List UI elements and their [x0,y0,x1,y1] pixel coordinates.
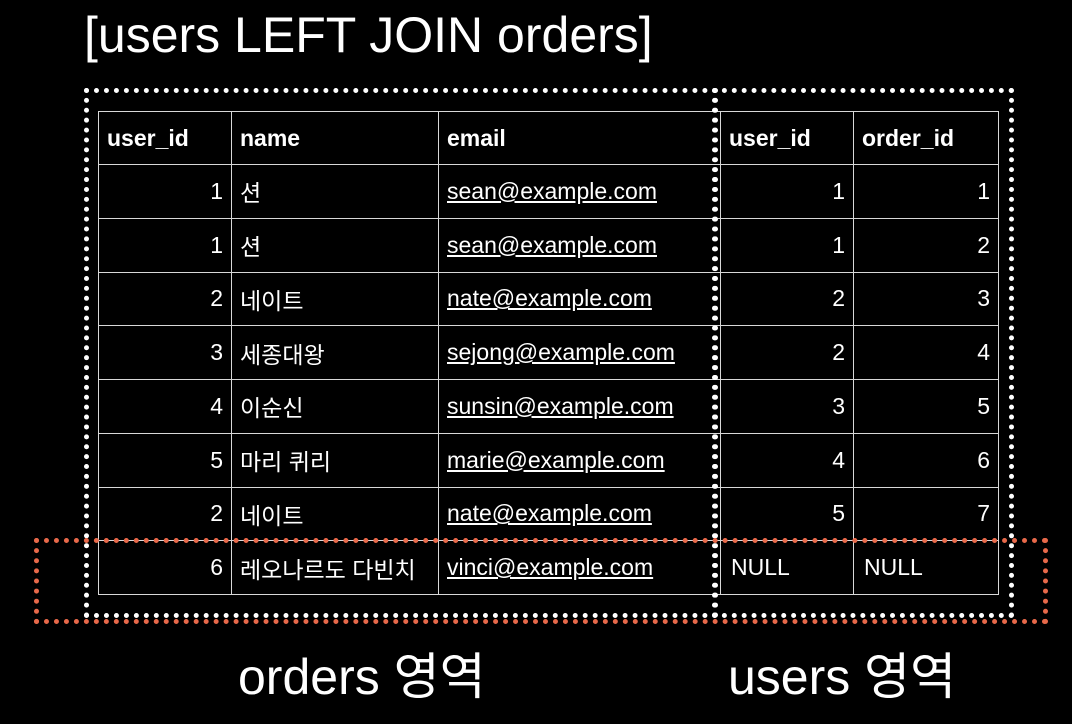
diagram-title: [users LEFT JOIN orders] [84,7,653,63]
caption-users-region: users 영역 [728,649,957,705]
caption-orders-region: orders 영역 [238,649,486,705]
null-row-highlight [34,538,1048,624]
